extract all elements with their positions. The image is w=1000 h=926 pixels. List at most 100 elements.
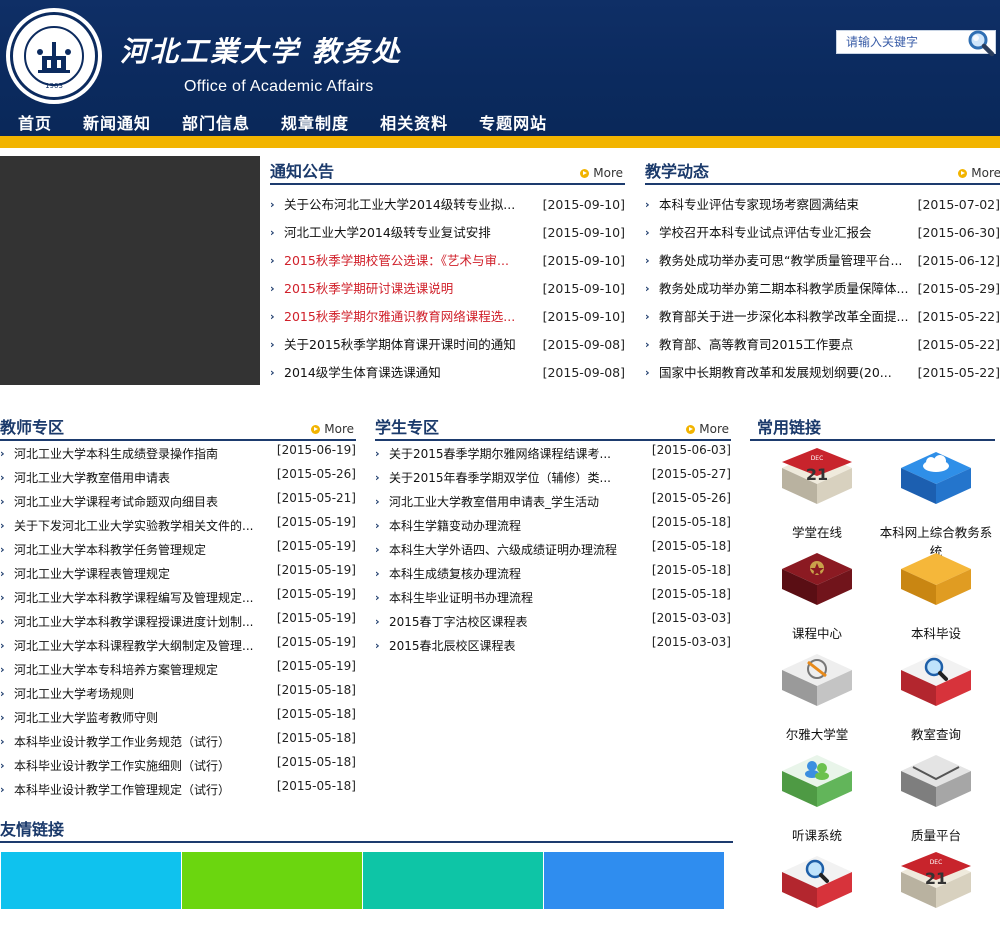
- list-item[interactable]: › 教务处成功举办麦可思“教学质量管理平台... [2015-06-12]: [645, 247, 1000, 275]
- teachers-section: 教师专区 More › 河北工业大学本科生成绩登录操作指南 [2015-06-19]…: [0, 410, 356, 802]
- nav-regulations[interactable]: 规章制度: [281, 110, 349, 138]
- list-item-title[interactable]: 2015春丁字沽校区课程表: [389, 610, 528, 634]
- list-item[interactable]: › 2015秋季学期校管公选课：《艺术与审... [2015-09-10]: [270, 247, 625, 275]
- common-link-label[interactable]: 尔雅大学堂: [755, 724, 879, 743]
- list-item-title[interactable]: 教务处成功举办第二期本科教学质量保障体...: [659, 275, 908, 303]
- list-item[interactable]: › 教务处成功举办第二期本科教学质量保障体... [2015-05-29]: [645, 275, 1000, 303]
- list-item-title[interactable]: 关于2015秋季学期体育课开课时间的通知: [284, 331, 516, 359]
- common-link-label[interactable]: 质量平台: [874, 825, 998, 844]
- common-link-item[interactable]: [755, 850, 879, 926]
- list-item-title[interactable]: 关于2015年春季学期双学位（辅修）类...: [389, 466, 611, 490]
- list-item-title[interactable]: 学校召开本科专业试点评估专业汇报会: [659, 219, 872, 247]
- list-item-title[interactable]: 本科生成绩复核办理流程: [389, 562, 521, 586]
- list-item-title[interactable]: 本科专业评估专家现场考察圆满结束: [659, 191, 859, 219]
- bullet-arrow-icon: ›: [645, 226, 650, 239]
- list-item-title[interactable]: 2015秋季学期研讨课选课说明: [284, 275, 453, 303]
- list-item[interactable]: › 本科毕业设计教学工作管理规定（试行） [2015-05-18]: [0, 778, 356, 802]
- list-item[interactable]: › 学校召开本科专业试点评估专业汇报会 [2015-06-30]: [645, 219, 1000, 247]
- nav-news[interactable]: 新闻通知: [83, 110, 151, 138]
- list-item-date: [2015-05-18]: [651, 515, 731, 529]
- list-item[interactable]: › 教育部关于进一步深化本科教学改革全面提... [2015-05-22]: [645, 303, 1000, 331]
- common-link-label[interactable]: 听课系统: [755, 825, 879, 844]
- friend-links-header: 友情链接: [0, 812, 733, 843]
- list-item[interactable]: › 2014级学生体育课选课通知 [2015-09-08]: [270, 359, 625, 387]
- nav-special-sites[interactable]: 专题网站: [479, 110, 547, 138]
- list-item[interactable]: › 关于公布河北工业大学2014级转专业拟... [2015-09-10]: [270, 191, 625, 219]
- list-item-title[interactable]: 本科毕业设计教学工作业务规范（试行）: [14, 730, 230, 754]
- university-logo[interactable]: 1903: [6, 8, 102, 104]
- list-item-title[interactable]: 2015秋季学期尔雅通识教育网络课程选...: [284, 303, 515, 331]
- list-item-title[interactable]: 关于下发河北工业大学实验教学相关文件的...: [14, 514, 253, 538]
- list-item-title[interactable]: 2015春北辰校区课程表: [389, 634, 516, 658]
- common-link-label[interactable]: 学堂在线: [755, 522, 879, 541]
- list-item-title[interactable]: 河北工业大学2014级转专业复试安排: [284, 219, 491, 247]
- common-link-item[interactable]: 教室查询: [874, 648, 998, 743]
- common-link-item[interactable]: DEC 21: [874, 850, 998, 926]
- list-item[interactable]: › 教育部、高等教育司2015工作要点 [2015-05-22]: [645, 331, 1000, 359]
- common-link-item[interactable]: 听课系统: [755, 749, 879, 844]
- list-item-title[interactable]: 河北工业大学本科教学任务管理规定: [14, 538, 206, 562]
- list-item-date: [2015-05-18]: [276, 731, 356, 745]
- users-icon: [776, 749, 858, 819]
- common-links-title: 常用链接: [757, 418, 822, 437]
- list-item-title[interactable]: 国家中长期教育改革和发展规划纲要(20...: [659, 359, 892, 387]
- list-item-title[interactable]: 河北工业大学考场规则: [14, 682, 134, 706]
- common-link-item[interactable]: DEC 21 学堂在线: [755, 446, 879, 541]
- list-item-title[interactable]: 关于2015春季学期尔雅网络课程结课考...: [389, 442, 611, 466]
- common-link-item[interactable]: 课程中心: [755, 547, 879, 642]
- list-item-title[interactable]: 河北工业大学课程表管理规定: [14, 562, 170, 586]
- friend-link-tile[interactable]: [544, 852, 724, 909]
- search-button[interactable]: [965, 27, 995, 57]
- list-item-title[interactable]: 河北工业大学监考教师守则: [14, 706, 158, 730]
- list-item-title[interactable]: 河北工业大学本科生成绩登录操作指南: [14, 442, 218, 466]
- list-item-title[interactable]: 教育部关于进一步深化本科教学改革全面提...: [659, 303, 908, 331]
- notices-more-link[interactable]: More: [580, 166, 623, 180]
- list-item-title[interactable]: 河北工业大学教室借用申请表_学生活动: [389, 490, 599, 514]
- list-item[interactable]: › 2015春北辰校区课程表 [2015-03-03]: [375, 634, 731, 658]
- list-item-title[interactable]: 河北工业大学本科教学课程编写及管理规定...: [14, 586, 253, 610]
- list-item[interactable]: › 本科专业评估专家现场考察圆满结束 [2015-07-02]: [645, 191, 1000, 219]
- list-item-title[interactable]: 教育部、高等教育司2015工作要点: [659, 331, 853, 359]
- list-item[interactable]: › 河北工业大学2014级转专业复试安排 [2015-09-10]: [270, 219, 625, 247]
- list-item-title[interactable]: 2014级学生体育课选课通知: [284, 359, 441, 387]
- list-item-title[interactable]: 关于公布河北工业大学2014级转专业拟...: [284, 191, 515, 219]
- nav-departments[interactable]: 部门信息: [182, 110, 250, 138]
- list-item[interactable]: › 关于2015秋季学期体育课开课时间的通知 [2015-09-08]: [270, 331, 625, 359]
- search-icon: [895, 648, 977, 718]
- students-more-link[interactable]: More: [686, 422, 729, 436]
- list-item-title[interactable]: 河北工业大学本科教学课程授课进度计划制...: [14, 610, 253, 634]
- list-item[interactable]: › 国家中长期教育改革和发展规划纲要(20... [2015-05-22]: [645, 359, 1000, 387]
- list-item[interactable]: › 2015秋季学期研讨课选课说明 [2015-09-10]: [270, 275, 625, 303]
- list-item-title[interactable]: 本科生大学外语四、六级成绩证明办理流程: [389, 538, 617, 562]
- list-item-title[interactable]: 河北工业大学本专科培养方案管理规定: [14, 658, 218, 682]
- friend-link-tile[interactable]: [182, 852, 362, 909]
- list-item-title[interactable]: 河北工业大学本科课程教学大纲制定及管理...: [14, 634, 253, 658]
- nav-home[interactable]: 首页: [18, 110, 52, 138]
- list-item-title[interactable]: 教务处成功举办麦可思“教学质量管理平台...: [659, 247, 902, 275]
- teachers-more-link[interactable]: More: [311, 422, 354, 436]
- list-item-title[interactable]: 2015秋季学期校管公选课：《艺术与审...: [284, 247, 509, 275]
- list-item-title[interactable]: 本科毕业设计教学工作管理规定（试行）: [14, 778, 230, 802]
- friend-link-tile[interactable]: [1, 852, 181, 909]
- banner-slideshow[interactable]: [0, 156, 260, 385]
- list-item-title[interactable]: 本科毕业设计教学工作实施细则（试行）: [14, 754, 230, 778]
- common-link-item[interactable]: 质量平台: [874, 749, 998, 844]
- teaching-more-link[interactable]: More: [958, 166, 1000, 180]
- common-link-item[interactable]: 本科网上综合教务系统: [874, 446, 998, 560]
- friend-link-tile[interactable]: [363, 852, 543, 909]
- common-link-item[interactable]: 本科毕设: [874, 547, 998, 642]
- search-input[interactable]: [837, 31, 963, 53]
- list-item-date: [2015-09-10]: [542, 225, 625, 240]
- common-link-item[interactable]: 尔雅大学堂: [755, 648, 879, 743]
- common-link-label[interactable]: 教室查询: [874, 724, 998, 743]
- common-link-label[interactable]: 本科毕设: [874, 623, 998, 642]
- list-item[interactable]: › 2015秋季学期尔雅通识教育网络课程选... [2015-09-10]: [270, 303, 625, 331]
- search-box: [836, 27, 996, 57]
- nav-resources[interactable]: 相关资料: [380, 110, 448, 138]
- list-item-title[interactable]: 本科生毕业证明书办理流程: [389, 586, 533, 610]
- list-item-title[interactable]: 本科生学籍变动办理流程: [389, 514, 521, 538]
- list-item-title[interactable]: 河北工业大学教室借用申请表: [14, 466, 170, 490]
- more-label: More: [699, 422, 729, 436]
- list-item-title[interactable]: 河北工业大学课程考试命题双向细目表: [14, 490, 218, 514]
- common-link-label[interactable]: 课程中心: [755, 623, 879, 642]
